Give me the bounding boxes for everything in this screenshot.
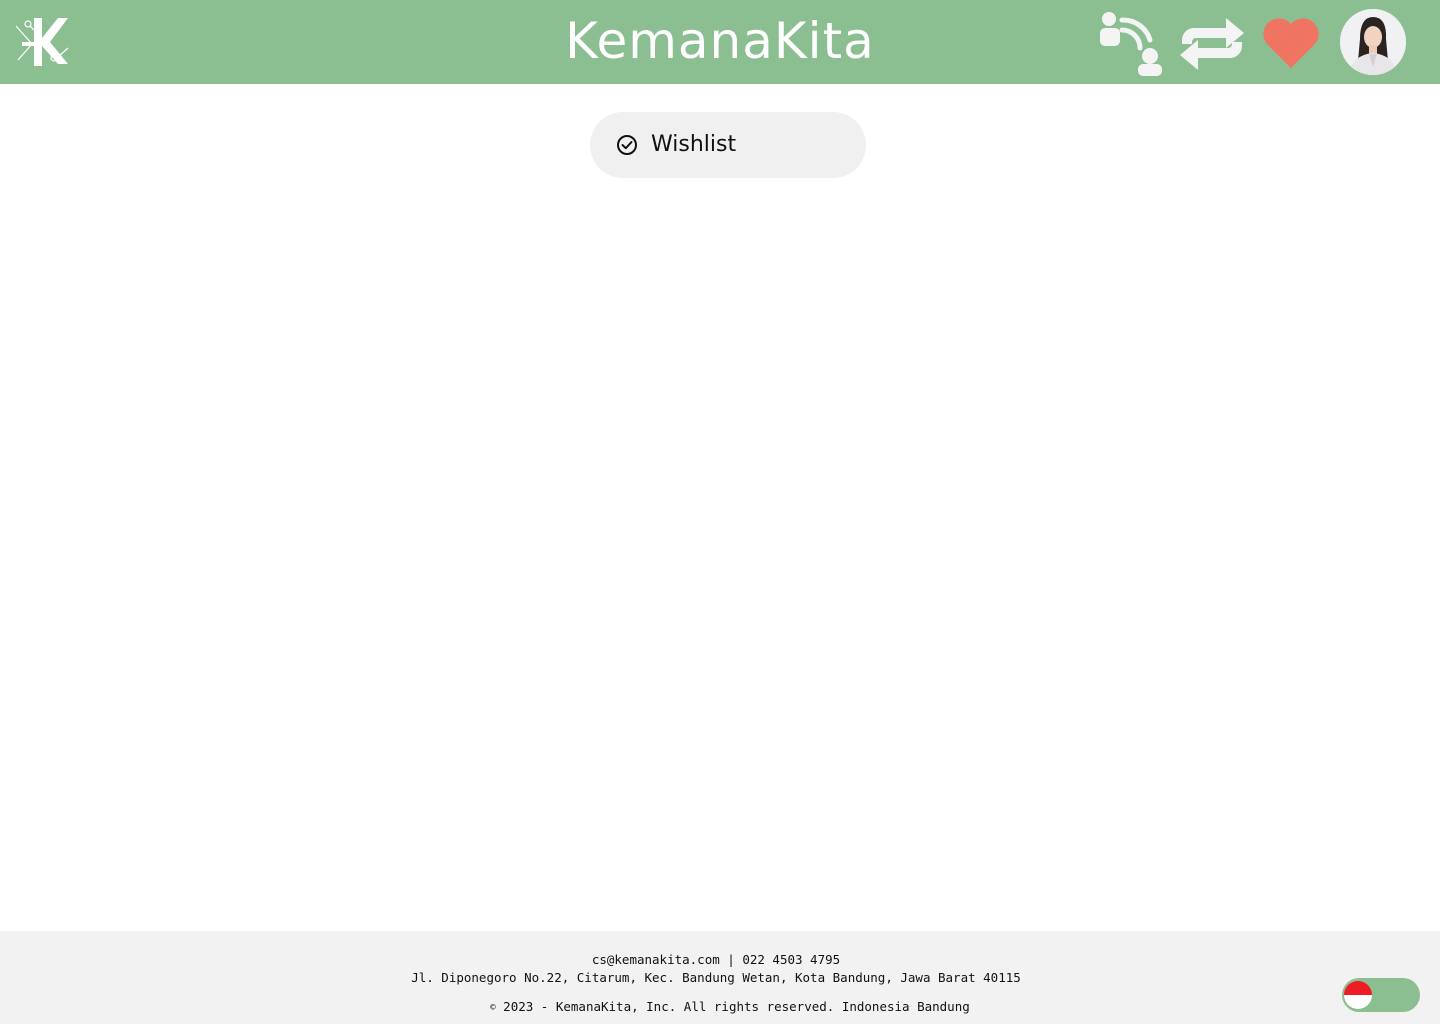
heart-icon[interactable] bbox=[1260, 14, 1322, 70]
language-toggle[interactable] bbox=[1342, 978, 1420, 1012]
user-avatar[interactable] bbox=[1340, 9, 1406, 75]
consultation-icon[interactable] bbox=[1098, 10, 1164, 76]
swap-arrows-icon[interactable] bbox=[1178, 14, 1246, 74]
copyright-symbol: © bbox=[490, 1003, 496, 1013]
footer-contact: cs@kemanakita.com | 022 4503 4795 bbox=[591, 952, 841, 967]
footer-address: Jl. Diponegoro No.22, Citarum, Kec. Band… bbox=[411, 970, 1021, 985]
top-nav-bar: KemanaKita bbox=[0, 0, 1440, 84]
wishlist-tab[interactable]: Wishlist bbox=[590, 112, 866, 178]
copyright-text: 2023 - KemanaKita, Inc. All rights reser… bbox=[503, 999, 970, 1014]
indonesia-flag-icon bbox=[1344, 981, 1372, 1009]
footer: cs@kemanakita.com | 022 4503 4795 Jl. Di… bbox=[0, 931, 1440, 1024]
check-circle-icon bbox=[616, 134, 638, 156]
wishlist-label: Wishlist bbox=[651, 132, 737, 157]
footer-copyright: © 2023 - KemanaKita, Inc. All rights res… bbox=[14, 999, 1440, 1014]
